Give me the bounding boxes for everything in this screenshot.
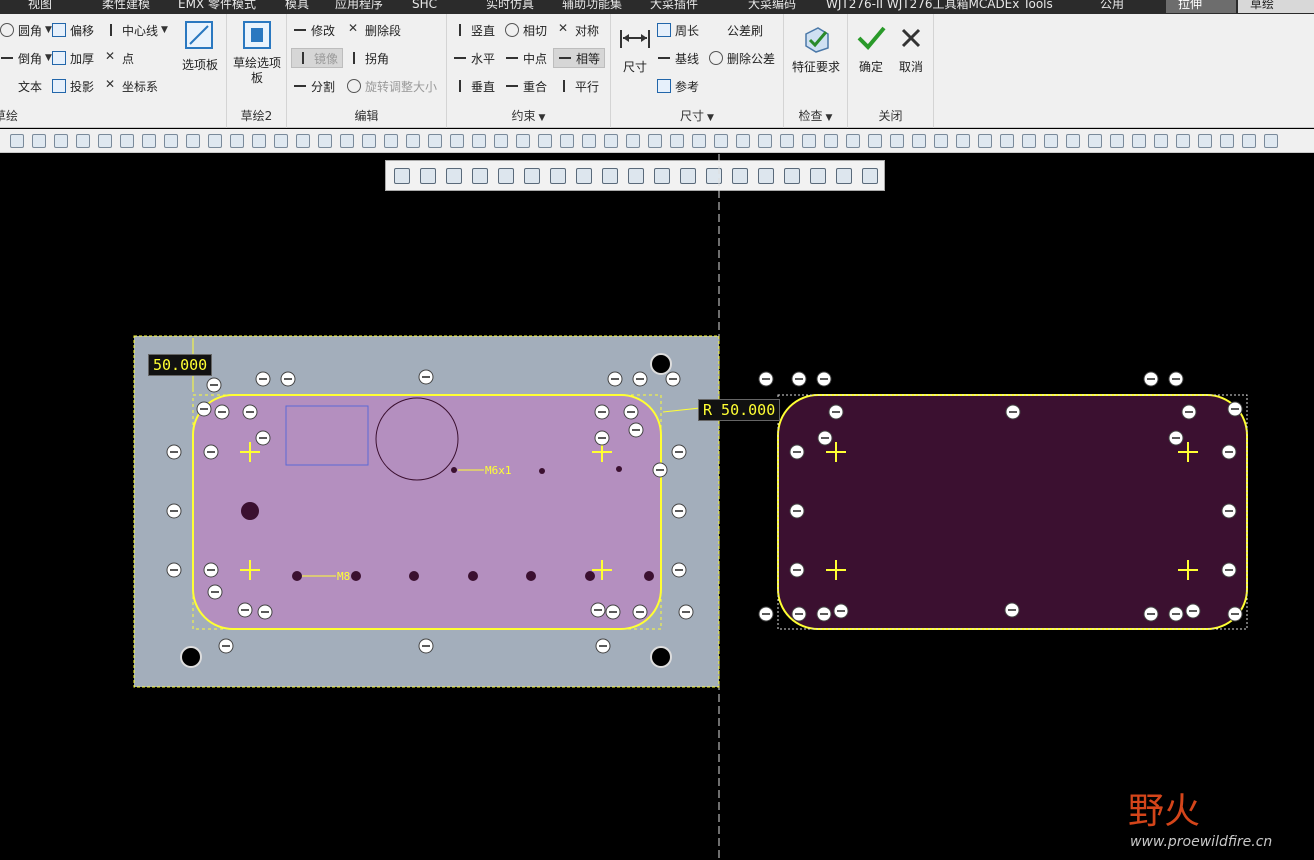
- watermark-logo: 野火: [1128, 791, 1201, 832]
- sketch-drawing: M6x1 M8: [133, 154, 1248, 860]
- left-pocket-outline[interactable]: [192, 394, 662, 630]
- watermark-url: www.proewildfire.cn: [1130, 834, 1273, 850]
- width-dimension-label[interactable]: 50.000: [148, 354, 213, 376]
- right-pocket-outline[interactable]: [777, 394, 1248, 630]
- m6-thread-label[interactable]: M6x1: [485, 464, 512, 477]
- m8-thread-label[interactable]: M8: [337, 570, 350, 583]
- radius-dimension-label[interactable]: R 50.000: [698, 399, 781, 421]
